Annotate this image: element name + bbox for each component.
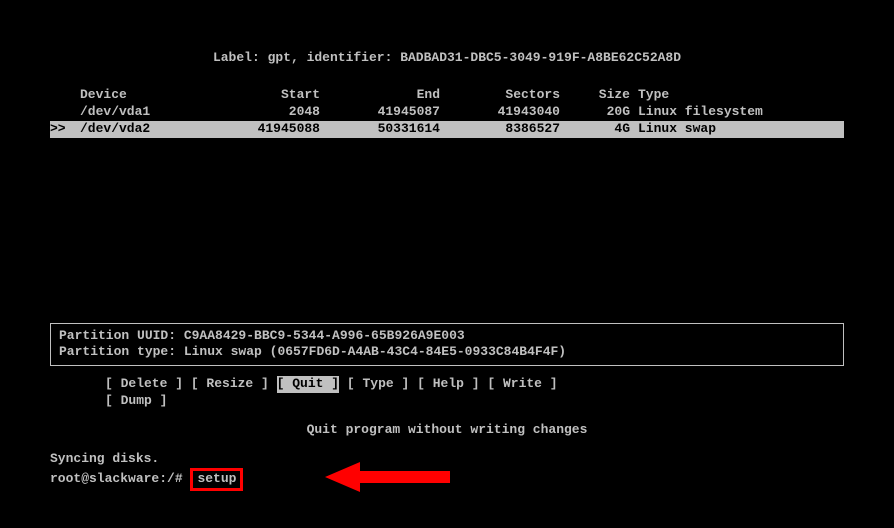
table-row[interactable]: /dev/vda1 2048 41945087 41943040 20G Lin… [50, 104, 844, 121]
header-start: Start [200, 87, 320, 104]
header-sectors: Sectors [440, 87, 560, 104]
partition-table: Device Start End Sectors Size Type /dev/… [50, 87, 844, 138]
header-device: Device [80, 87, 200, 104]
status-message: Quit program without writing changes [50, 422, 844, 439]
action-menu: [ Delete ] [ Resize ] [ Quit ] [ Type ] … [50, 376, 844, 410]
header-end: End [320, 87, 440, 104]
header-type: Type [630, 87, 820, 104]
partition-info: Partition UUID: C9AA8429-BBC9-5344-A996-… [50, 323, 844, 367]
quit-button[interactable]: [ Quit ] [277, 376, 339, 393]
header-size: Size [560, 87, 630, 104]
command-highlight: setup [190, 468, 243, 491]
delete-button[interactable]: [ Delete ] [105, 376, 183, 393]
table-header: Device Start End Sectors Size Type [50, 87, 844, 104]
table-row[interactable]: >> /dev/vda2 41945088 50331614 8386527 4… [50, 121, 844, 138]
disk-label: Label: gpt, identifier: BADBAD31-DBC5-30… [50, 50, 844, 67]
write-button[interactable]: [ Write ] [487, 376, 557, 393]
resize-button[interactable]: [ Resize ] [191, 376, 269, 393]
dump-button[interactable]: [ Dump ] [105, 393, 167, 410]
help-button[interactable]: [ Help ] [417, 376, 479, 393]
shell-prompt[interactable]: root@slackware:/# setup [50, 468, 844, 491]
arrow-annotation [325, 465, 455, 489]
type-button[interactable]: [ Type ] [347, 376, 409, 393]
